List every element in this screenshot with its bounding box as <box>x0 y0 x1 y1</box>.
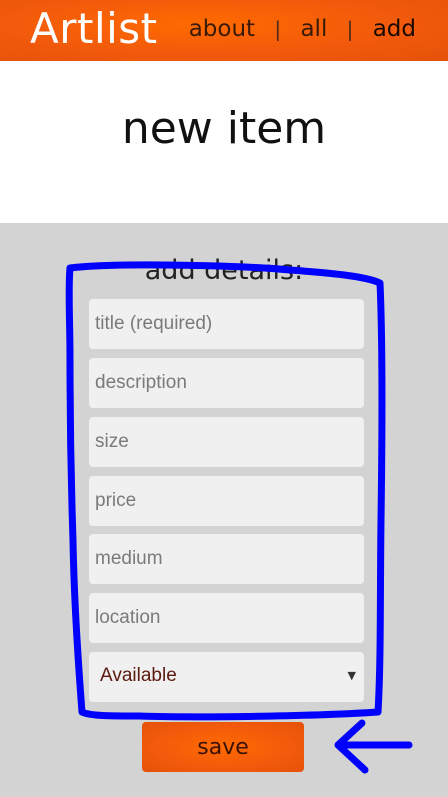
nav-link-all[interactable]: all <box>300 16 327 42</box>
nav-separator: | <box>274 17 282 41</box>
chevron-down-icon: ▼ <box>347 669 356 682</box>
nav-separator: | <box>346 17 354 41</box>
nav-link-add[interactable]: add <box>373 16 416 42</box>
location-input[interactable] <box>95 593 358 643</box>
location-field[interactable] <box>89 593 364 643</box>
brand-logo[interactable]: Artlist <box>30 3 158 55</box>
form-heading: add details: <box>144 255 304 286</box>
medium-field[interactable] <box>89 534 364 584</box>
top-navbar: Artlist about | all | add <box>0 0 448 61</box>
availability-select[interactable]: Available ▼ <box>89 652 364 702</box>
page-hero: new item <box>0 61 448 223</box>
size-field[interactable] <box>89 417 364 467</box>
availability-selected-value: Available <box>100 665 177 686</box>
title-input[interactable] <box>95 299 358 349</box>
page-title: new item <box>121 103 327 154</box>
price-input[interactable] <box>95 476 358 526</box>
title-field[interactable] <box>89 299 364 349</box>
description-input[interactable] <box>95 358 358 408</box>
annotation-arrow <box>334 719 413 774</box>
save-button[interactable]: save <box>142 722 304 772</box>
main-nav: about | all | add <box>189 12 416 46</box>
price-field[interactable] <box>89 476 364 526</box>
nav-link-about[interactable]: about <box>189 16 255 42</box>
description-field[interactable] <box>89 358 364 408</box>
medium-input[interactable] <box>95 534 358 584</box>
size-input[interactable] <box>95 417 358 467</box>
